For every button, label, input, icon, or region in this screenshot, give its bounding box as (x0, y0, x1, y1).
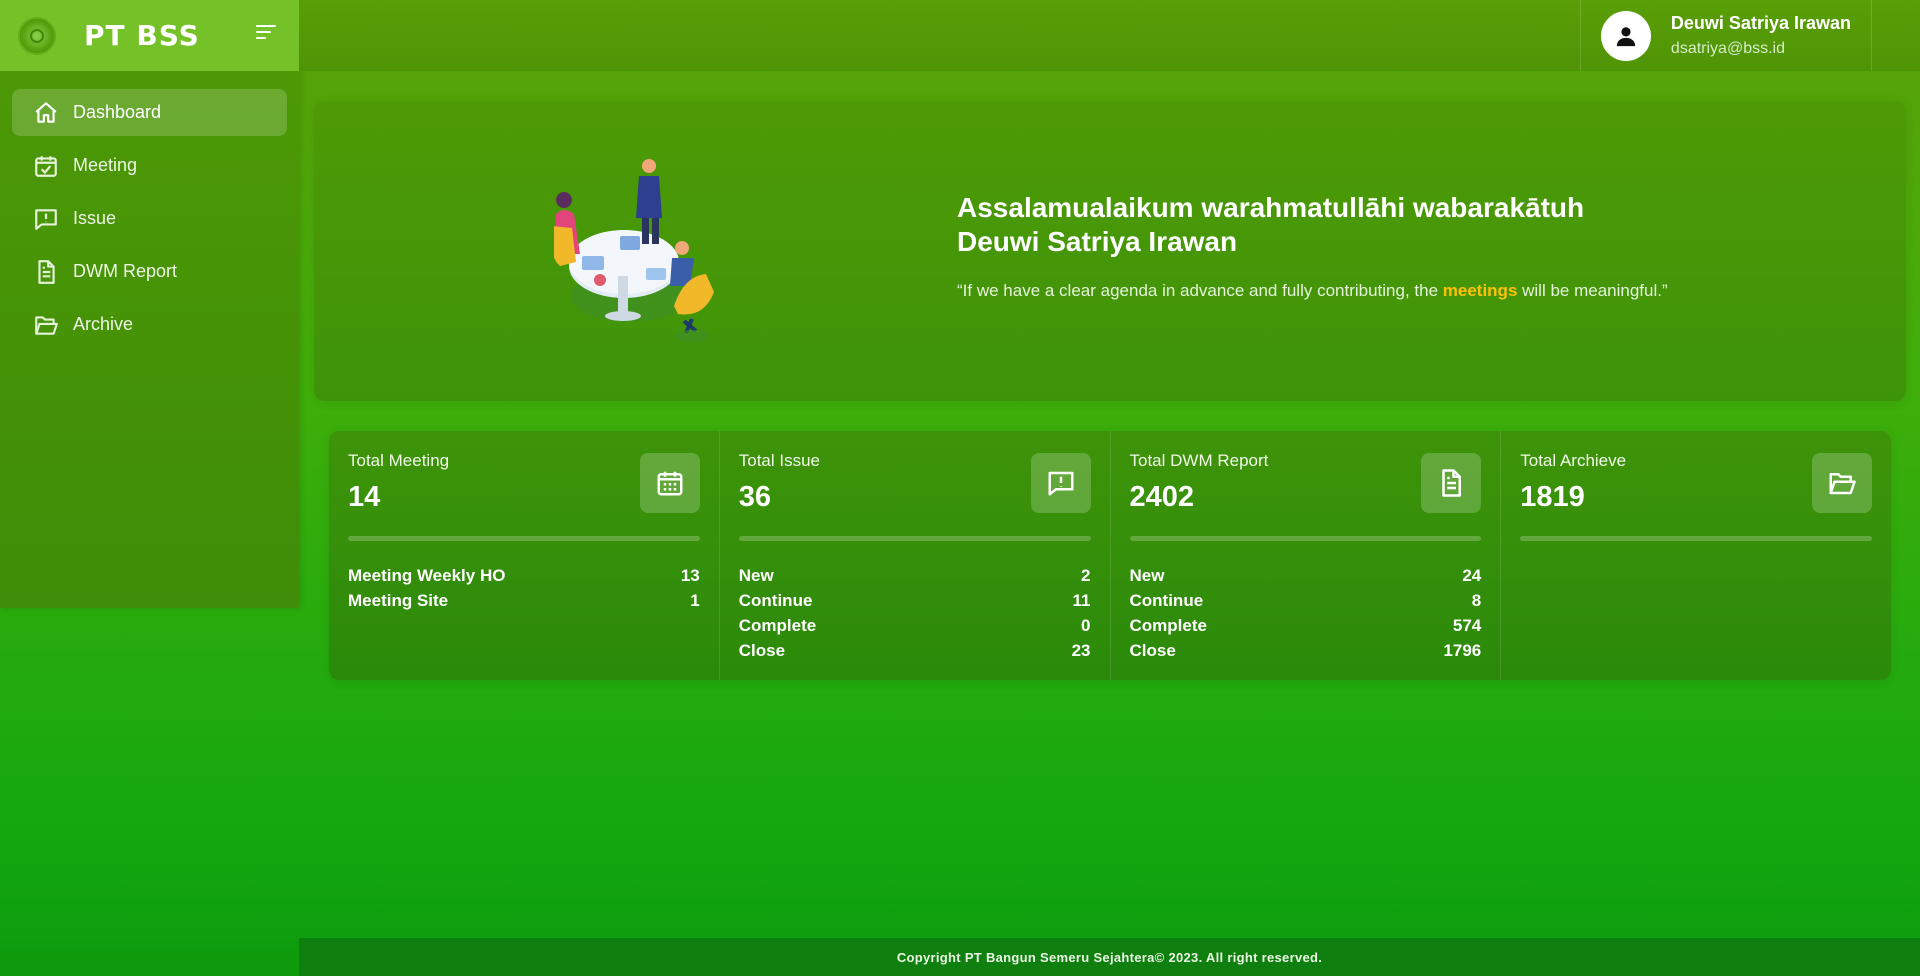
sidebar-item-dwm-report[interactable]: DWM Report (12, 248, 287, 295)
folder-open-icon (1829, 473, 1856, 495)
stat-progress (738, 536, 1091, 541)
stat-row-label: Close (738, 641, 786, 660)
stat-row-label: New (1129, 566, 1165, 585)
stat-row: New 24 (1130, 563, 1482, 588)
topbar: Deuwi Satriya Irawan dsatriya@bss.id (299, 0, 1920, 71)
brand[interactable]: PT BSS (0, 0, 299, 71)
sidebar-item-label: Issue (73, 208, 117, 228)
stat-progress (348, 536, 700, 541)
stat-icon-box (639, 453, 700, 513)
user-name: Deuwi Satriya Irawan (1670, 13, 1851, 33)
stat-row-label: Continue (738, 591, 813, 610)
stat-row-label: Complete (1129, 616, 1207, 635)
stat-row: Close 23 (739, 638, 1091, 663)
quote-text-end: will be meaningful.” (1517, 281, 1668, 300)
stat-card-archive[interactable]: Total Archieve 1819 (1501, 431, 1891, 680)
stat-row-label: New (738, 566, 774, 585)
stat-breakdown: Meeting Weekly HO 13 Meeting Site 1 (348, 563, 700, 613)
stat-progress (1520, 536, 1872, 541)
welcome-text: Assalamualaikum warahmatullāhi wabarakāt… (957, 191, 1668, 301)
stat-row-value: 1 (690, 591, 700, 610)
stat-row: Meeting Weekly HO 13 (348, 563, 700, 588)
stat-row-value: 11 (1072, 591, 1091, 610)
stat-row-value: 574 (1452, 616, 1482, 635)
user-menu[interactable]: Deuwi Satriya Irawan dsatriya@bss.id (1579, 0, 1872, 71)
sidebar-item-label: Meeting (73, 155, 138, 175)
avatar[interactable] (1600, 10, 1651, 61)
stat-row-value: 0 (1081, 616, 1091, 635)
user-email: dsatriya@bss.id (1670, 40, 1785, 57)
brand-name: PT BSS (84, 19, 200, 52)
message-alert-icon (35, 208, 57, 230)
stat-row: Meeting Site 1 (348, 588, 700, 613)
stat-row-value: 2 (1081, 566, 1091, 585)
stat-icon-box (1030, 453, 1091, 513)
stat-card-issue[interactable]: Total Issue 36 New 2 Continue 11 Complete 0… (720, 431, 1111, 680)
stat-row: Complete 574 (1130, 613, 1482, 638)
calendar-icon (657, 471, 683, 496)
stat-row-label: Close (1129, 641, 1176, 660)
menu-toggle-icon[interactable] (256, 25, 276, 41)
sidebar: PT BSS Dashboard Meeting Issue DWM Repor… (0, 0, 299, 608)
sidebar-item-archive[interactable]: Archive (12, 301, 287, 348)
stat-row-value: 13 (680, 566, 700, 585)
stat-card-meeting[interactable]: Total Meeting 14 Meeting Weekly HO 13 Mee… (329, 431, 720, 680)
stat-row: Complete 0 (739, 613, 1091, 638)
stats-panel: Total Meeting 14 Meeting Weekly HO 13 Mee… (329, 431, 1891, 680)
calendar-check-icon (35, 155, 57, 177)
document-icon (1442, 469, 1462, 497)
stat-card-dwm-report[interactable]: Total DWM Report 2402 New 24 Continue 8 Co… (1111, 431, 1502, 680)
company-logo (18, 16, 56, 55)
stat-row: Close 1796 (1130, 638, 1482, 663)
welcome-banner: Assalamualaikum warahmatullāhi wabarakāt… (314, 101, 1906, 401)
folder-open-icon (35, 315, 58, 335)
sidebar-nav: Dashboard Meeting Issue DWM Report Archi… (0, 71, 299, 372)
sidebar-item-dashboard[interactable]: Dashboard (12, 89, 287, 136)
stat-row-value: 24 (1462, 566, 1482, 585)
user-icon (1616, 26, 1636, 46)
stat-breakdown: New 24 Continue 8 Complete 574 Close 1796 (1130, 563, 1482, 663)
stat-icon-box (1812, 453, 1872, 513)
sidebar-item-label: Archive (73, 314, 134, 334)
greeting-user-name: Deuwi Satriya Irawan (957, 226, 1238, 257)
stat-row-label: Continue (1129, 591, 1204, 610)
stat-row-value: 1796 (1443, 641, 1482, 660)
stat-breakdown: New 2 Continue 11 Complete 0 Close 23 (739, 563, 1091, 663)
stat-row-value: 8 (1471, 591, 1482, 610)
message-alert-icon (1048, 471, 1073, 496)
stat-row: New 2 (739, 563, 1091, 588)
stat-icon-box (1421, 453, 1482, 513)
sidebar-item-label: DWM Report (73, 261, 178, 281)
stat-row: Continue 11 (739, 588, 1091, 613)
stat-progress (1129, 536, 1482, 541)
meeting-illustration (554, 159, 714, 342)
greeting-line-1: Assalamualaikum warahmatullāhi wabarakāt… (957, 192, 1585, 223)
document-icon (38, 259, 55, 284)
quote-highlight: meetings (1442, 281, 1518, 300)
quote-text: “If we have a clear agenda in advance an… (957, 281, 1443, 300)
home-icon (35, 101, 57, 123)
sidebar-item-meeting[interactable]: Meeting (12, 142, 287, 189)
stat-row-value: 23 (1071, 641, 1091, 660)
stat-row-label: Meeting Site (348, 591, 449, 610)
sidebar-item-label: Dashboard (73, 102, 162, 122)
footer: Copyright PT Bangun Semeru Sejahtera© 20… (299, 938, 1920, 976)
stat-row: Continue 8 (1130, 588, 1482, 613)
stat-row-label: Meeting Weekly HO (348, 566, 506, 585)
copyright-text: Copyright PT Bangun Semeru Sejahtera© 20… (896, 949, 1323, 965)
stat-row-label: Complete (738, 616, 817, 635)
sidebar-item-issue[interactable]: Issue (12, 195, 287, 242)
motivational-quote: “If we have a clear agenda in advance an… (957, 281, 1668, 301)
